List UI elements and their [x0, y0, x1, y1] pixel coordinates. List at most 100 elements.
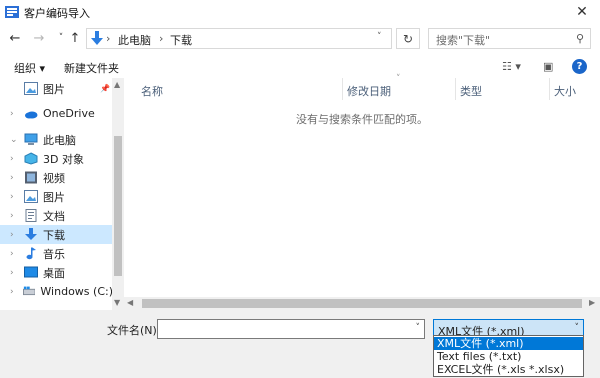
address-bar[interactable]: › 此电脑 › 下载 ˅	[86, 28, 392, 49]
downloads-icon	[91, 31, 103, 45]
nav-item-documents[interactable]: › 文档	[0, 206, 113, 225]
file-type-dropdown-list[interactable]: XML文件 (*.xml) Text files (*.txt) EXCEL文件…	[433, 335, 584, 377]
nav-item-videos[interactable]: › 视频	[0, 168, 113, 187]
command-bar: 组织 ▾ 新建文件夹 ☷ ▾ ▣ ?	[0, 56, 600, 78]
refresh-icon: ↻	[402, 31, 414, 46]
column-header-date[interactable]: 修改日期	[347, 83, 391, 99]
help-icon: ?	[576, 61, 583, 72]
close-button[interactable]: ✕	[564, 0, 600, 24]
new-folder-button[interactable]: 新建文件夹	[64, 60, 119, 76]
forward-button[interactable]: →	[30, 29, 48, 47]
nav-item-onedrive[interactable]: › OneDrive	[0, 104, 113, 123]
pictures-icon	[24, 82, 38, 95]
expand-chevron-icon: ›	[10, 210, 14, 221]
file-type-option-txt[interactable]: Text files (*.txt)	[434, 350, 583, 363]
nav-item-label: 下载	[43, 228, 65, 242]
expand-chevron-icon: ›	[10, 229, 14, 240]
view-options-button[interactable]: ☷ ▾	[502, 60, 521, 73]
nav-item-label: 图片	[43, 82, 65, 96]
search-icon: ⚲	[575, 32, 584, 45]
collapse-chevron-icon: ⌄	[10, 134, 18, 145]
breadcrumb-this-pc[interactable]: 此电脑	[118, 32, 151, 48]
file-name-input[interactable]: ˅	[157, 319, 425, 339]
nav-item-label: OneDrive	[43, 107, 95, 120]
expand-chevron-icon: ›	[10, 153, 14, 164]
nav-item-label: 图片	[43, 190, 65, 204]
file-type-option-xml[interactable]: XML文件 (*.xml)	[434, 337, 583, 350]
expand-chevron-icon: ›	[10, 248, 14, 259]
title-bar: 客户编码导入 ✕	[0, 0, 600, 24]
column-separator[interactable]	[342, 78, 343, 100]
column-header-type[interactable]: 类型	[460, 83, 482, 99]
pictures-icon	[24, 190, 38, 203]
column-separator[interactable]	[455, 78, 456, 100]
nav-item-label: 此电脑	[43, 133, 76, 147]
up-arrow-icon: ↑	[69, 30, 81, 46]
file-list[interactable]: 名称 ˅ 修改日期 类型 大小 没有与搜索条件匹配的项。 ◀ ▶	[124, 74, 600, 310]
horizontal-scrollbar[interactable]: ◀ ▶	[124, 297, 600, 310]
documents-icon	[25, 209, 37, 222]
desktop-icon	[24, 266, 38, 278]
scroll-left-icon[interactable]: ◀	[127, 298, 133, 307]
scrollbar-thumb[interactable]	[114, 136, 122, 276]
nav-item-downloads[interactable]: › 下载	[0, 225, 113, 244]
pin-icon: 📌	[100, 84, 110, 93]
nav-item-label: 音乐	[43, 247, 65, 261]
nav-item-label: 文档	[43, 209, 65, 223]
breadcrumb-downloads[interactable]: 下载	[170, 32, 192, 48]
chevron-down-icon[interactable]: ˅	[416, 323, 421, 333]
nav-item-3d-objects[interactable]: › 3D 对象	[0, 149, 113, 168]
nav-item-music[interactable]: › 音乐	[0, 244, 113, 263]
nav-item-label: Windows (C:)	[40, 285, 113, 298]
breadcrumb-separator[interactable]: ›	[159, 32, 163, 45]
downloads-icon	[25, 228, 37, 240]
chevron-down-icon: ˅	[58, 33, 64, 43]
expand-chevron-icon: ›	[10, 191, 14, 202]
videos-icon	[25, 171, 37, 184]
chevron-down-icon[interactable]: ˅	[575, 323, 580, 333]
nav-item-pictures[interactable]: › 图片	[0, 187, 113, 206]
back-arrow-icon: ←	[9, 30, 21, 46]
this-pc-icon	[24, 133, 38, 145]
preview-pane-button[interactable]: ▣	[543, 60, 553, 73]
expand-chevron-icon: ›	[10, 286, 14, 297]
help-button[interactable]: ?	[572, 59, 587, 74]
nav-item-label: 桌面	[43, 266, 65, 280]
column-header-name[interactable]: 名称	[141, 83, 163, 99]
scroll-right-icon[interactable]: ▶	[589, 298, 595, 307]
column-separator[interactable]	[549, 78, 550, 100]
nav-item-label: 3D 对象	[43, 152, 84, 166]
empty-folder-message: 没有与搜索条件匹配的项。	[296, 113, 428, 126]
search-placeholder: 搜索"下载"	[436, 34, 491, 47]
column-header-size[interactable]: 大小	[554, 83, 576, 99]
music-icon	[26, 247, 36, 260]
nav-item-label: 视频	[43, 171, 65, 185]
file-type-option-excel[interactable]: EXCEL文件 (*.xls *.xlsx)	[434, 363, 583, 376]
sort-indicator-icon: ˅	[396, 74, 401, 84]
nav-item-pictures-quick[interactable]: 图片 📌	[0, 79, 113, 98]
app-icon	[5, 6, 19, 18]
nav-item-windows-drive[interactable]: › Windows (C:)	[0, 282, 113, 301]
scroll-up-icon[interactable]: ▲	[114, 80, 120, 89]
navigation-scrollbar[interactable]: ▲ ▼	[112, 78, 124, 310]
scroll-down-icon[interactable]: ▼	[114, 298, 120, 307]
back-button[interactable]: ←	[6, 29, 24, 47]
forward-arrow-icon: →	[33, 30, 45, 46]
window-title: 客户编码导入	[24, 7, 90, 20]
chevron-down-icon[interactable]: ˅	[377, 32, 391, 42]
close-icon: ✕	[576, 4, 588, 20]
drive-icon	[22, 286, 36, 296]
scrollbar-thumb[interactable]	[142, 299, 582, 308]
nav-item-desktop[interactable]: › 桌面	[0, 263, 113, 282]
expand-chevron-icon: ›	[10, 267, 14, 278]
up-button[interactable]: ↑	[66, 29, 84, 47]
file-name-label: 文件名(N):	[107, 324, 161, 337]
organize-button[interactable]: 组织 ▾	[14, 60, 45, 76]
expand-chevron-icon: ›	[10, 108, 14, 119]
refresh-button[interactable]: ↻	[396, 28, 420, 49]
onedrive-icon	[25, 111, 38, 119]
expand-chevron-icon: ›	[10, 172, 14, 183]
nav-item-this-pc[interactable]: ⌄ 此电脑	[0, 130, 113, 149]
search-input[interactable]: 搜索"下载" ⚲	[428, 28, 591, 49]
navigation-pane[interactable]: 图片 📌 › OneDrive ⌄ 此电脑 › 3D 对象 › 视频 › 图片 …	[0, 78, 124, 310]
